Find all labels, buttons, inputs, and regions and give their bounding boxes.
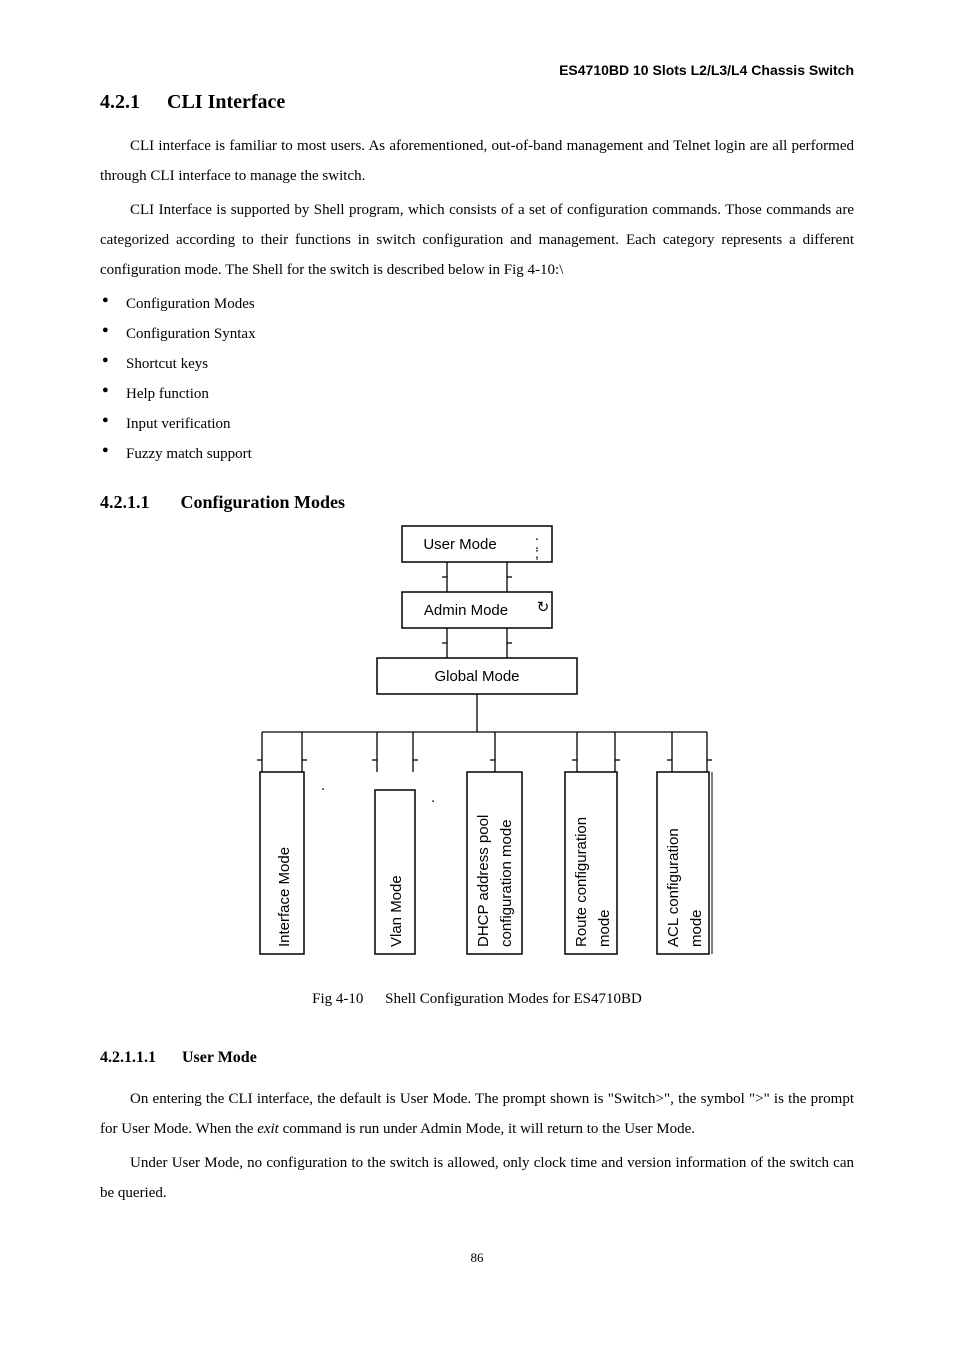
svg-text:.: . xyxy=(321,777,325,794)
diagram-config-modes: User Mode . . ; Admin Mode ↻ Global Mode xyxy=(217,522,737,970)
svg-text:↻: ↻ xyxy=(537,599,550,616)
list-item: Input verification xyxy=(100,409,854,439)
page-number: 86 xyxy=(100,1248,854,1268)
heading-title: Configuration Modes xyxy=(181,492,346,512)
running-header: ES4710BD 10 Slots L2/L3/L4 Chassis Switc… xyxy=(100,60,854,81)
features-list: Configuration Modes Configuration Syntax… xyxy=(100,289,854,469)
heading-title: CLI Interface xyxy=(167,91,285,113)
svg-text:;: ; xyxy=(535,545,539,562)
paragraph-intro-2: CLI Interface is supported by Shell prog… xyxy=(100,195,854,285)
figure-number: Fig 4-10 xyxy=(312,988,363,1011)
heading-4-2-1: 4.2.1 CLI Interface xyxy=(100,87,854,117)
paragraph-intro-1: CLI interface is familiar to most users.… xyxy=(100,131,854,191)
diagram-leaf-route-line2: mode xyxy=(596,909,613,947)
diagram-leaf-dhcp-line1: DHCP address pool xyxy=(475,815,492,947)
heading-number: 4.2.1.1 xyxy=(100,489,176,516)
heading-4-2-1-1: 4.2.1.1 Configuration Modes xyxy=(100,489,854,516)
heading-number: 4.2.1 xyxy=(100,87,162,117)
list-item: Configuration Syntax xyxy=(100,319,854,349)
heading-title: User Mode xyxy=(182,1049,257,1066)
diagram-global-mode: Global Mode xyxy=(434,668,519,685)
diagram-leaf-acl-line2: mode xyxy=(688,909,705,947)
list-item: Fuzzy match support xyxy=(100,439,854,469)
diagram-leaf-dhcp-line2: configuration mode xyxy=(498,819,515,947)
diagram-leaf-acl-line1: ACL configuration xyxy=(665,828,682,947)
heading-number: 4.2.1.1.1 xyxy=(100,1046,178,1070)
heading-4-2-1-1-1: 4.2.1.1.1 User Mode xyxy=(100,1046,854,1070)
exit-command: exit xyxy=(257,1121,279,1137)
svg-text:.: . xyxy=(431,789,435,806)
figure-title: Shell Configuration Modes for ES4710BD xyxy=(385,991,642,1007)
paragraph-usermode-2: Under User Mode, no configuration to the… xyxy=(100,1148,854,1208)
list-item: Configuration Modes xyxy=(100,289,854,319)
diagram-leaf-vlan-mode: Vlan Mode xyxy=(388,875,405,947)
list-item: Shortcut keys xyxy=(100,349,854,379)
list-item: Help function xyxy=(100,379,854,409)
paragraph-usermode-1: On entering the CLI interface, the defau… xyxy=(100,1084,854,1144)
diagram-admin-mode: Admin Mode xyxy=(424,602,508,619)
diagram-leaf-route-line1: Route configuration xyxy=(573,817,590,947)
diagram-leaf-interface-mode: Interface Mode xyxy=(276,847,293,947)
diagram-user-mode: User Mode xyxy=(423,536,496,553)
figure-caption: Fig 4-10 Shell Configuration Modes for E… xyxy=(100,988,854,1011)
